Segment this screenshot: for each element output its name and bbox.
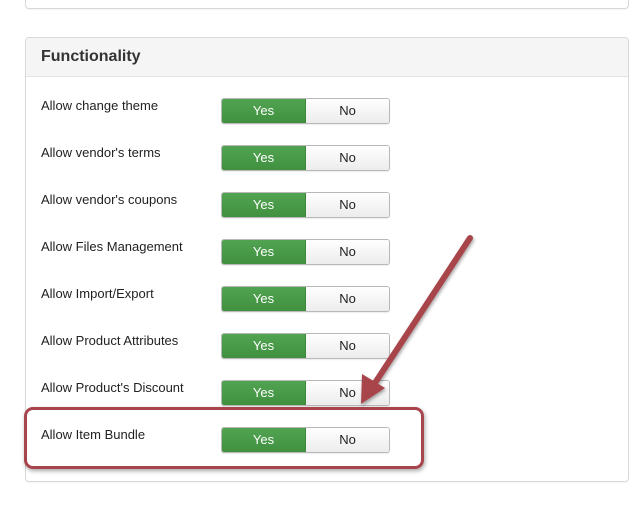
setting-label: Allow vendor's coupons: [41, 192, 178, 207]
setting-label: Allow Product Attributes: [41, 333, 179, 348]
no-button[interactable]: No: [306, 240, 389, 264]
no-button[interactable]: No: [306, 287, 389, 311]
functionality-panel: Functionality Allow change theme Yes No …: [25, 37, 629, 482]
no-button[interactable]: No: [306, 334, 389, 358]
yes-no-toggle: Yes No: [221, 333, 390, 359]
yes-button[interactable]: Yes: [222, 146, 306, 170]
setting-label: Allow change theme: [41, 98, 159, 113]
no-button[interactable]: No: [306, 428, 389, 452]
yes-no-toggle: Yes No: [221, 98, 390, 124]
setting-row-change-theme: Allow change theme Yes No: [26, 98, 628, 128]
yes-button[interactable]: Yes: [222, 240, 306, 264]
setting-label: Allow Item Bundle: [41, 427, 146, 442]
yes-no-toggle: Yes No: [221, 239, 390, 265]
yes-no-toggle: Yes No: [221, 192, 390, 218]
no-button[interactable]: No: [306, 381, 389, 405]
setting-row-import-export: Allow Import/Export Yes No: [26, 286, 628, 316]
previous-panel-bottom: [25, 0, 629, 9]
yes-no-toggle: Yes No: [221, 380, 390, 406]
yes-no-toggle: Yes No: [221, 145, 390, 171]
yes-button[interactable]: Yes: [222, 381, 306, 405]
panel-header: Functionality: [26, 38, 628, 77]
setting-row-product-attributes: Allow Product Attributes Yes No: [26, 333, 628, 363]
yes-no-toggle: Yes No: [221, 286, 390, 312]
setting-row-item-bundle: Allow Item Bundle Yes No: [26, 427, 628, 457]
yes-button[interactable]: Yes: [222, 428, 306, 452]
screenshot-stage: Functionality Allow change theme Yes No …: [0, 0, 643, 505]
setting-label: Allow Files Management: [41, 239, 183, 254]
setting-row-vendor-terms: Allow vendor's terms Yes No: [26, 145, 628, 175]
yes-button[interactable]: Yes: [222, 287, 306, 311]
no-button[interactable]: No: [306, 146, 389, 170]
setting-row-vendor-coupons: Allow vendor's coupons Yes No: [26, 192, 628, 222]
no-button[interactable]: No: [306, 99, 389, 123]
setting-label: Allow Import/Export: [41, 286, 154, 301]
setting-label: Allow Product's Discount: [41, 380, 184, 395]
yes-button[interactable]: Yes: [222, 334, 306, 358]
setting-label: Allow vendor's terms: [41, 145, 161, 160]
setting-row-product-discount: Allow Product's Discount Yes No: [26, 380, 628, 410]
setting-row-files-management: Allow Files Management Yes No: [26, 239, 628, 269]
yes-button[interactable]: Yes: [222, 193, 306, 217]
yes-button[interactable]: Yes: [222, 99, 306, 123]
no-button[interactable]: No: [306, 193, 389, 217]
panel-title: Functionality: [41, 48, 141, 65]
yes-no-toggle: Yes No: [221, 427, 390, 453]
